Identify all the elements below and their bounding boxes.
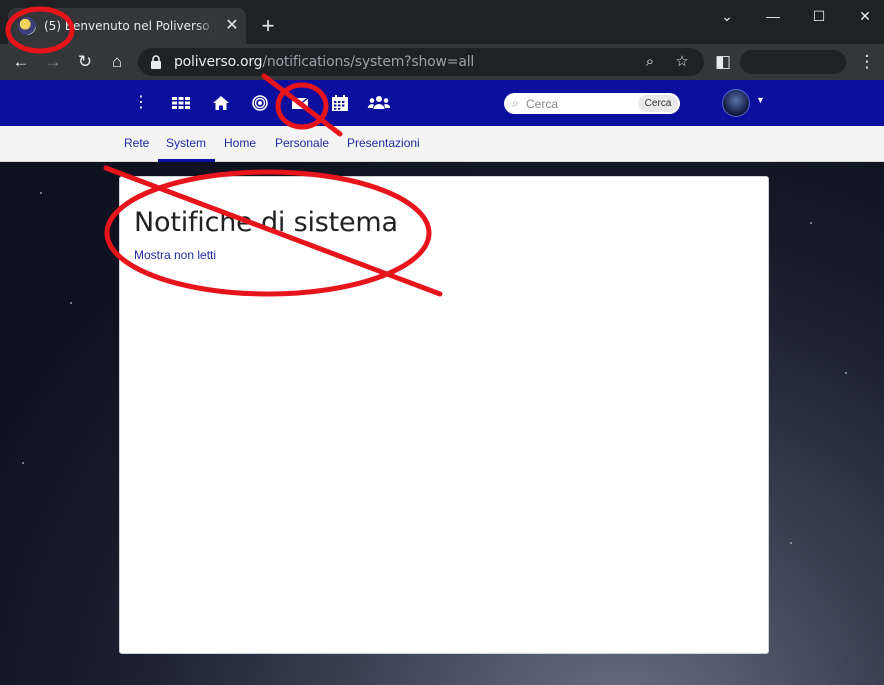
url-path: /notifications/system?show=all bbox=[262, 54, 475, 70]
menu-icon[interactable]: ⋮ bbox=[130, 93, 152, 113]
sidepanel-icon[interactable]: ◧ bbox=[710, 49, 736, 75]
tab-system[interactable]: System bbox=[166, 136, 206, 150]
close-window-button[interactable]: ✕ bbox=[842, 4, 884, 28]
avatar[interactable] bbox=[722, 89, 750, 117]
background-star bbox=[810, 222, 812, 224]
search-field: ⌕ Cerca bbox=[504, 93, 680, 114]
profile-button[interactable] bbox=[740, 50, 846, 74]
minimize-button[interactable]: — bbox=[750, 4, 796, 28]
address-bar[interactable]: poliverso.org/notifications/system?show=… bbox=[138, 48, 704, 76]
group-icon[interactable] bbox=[367, 93, 391, 113]
page-title: Notifiche di sistema bbox=[134, 207, 398, 238]
star-icon[interactable]: ☆ bbox=[672, 52, 692, 72]
calendar-icon[interactable] bbox=[329, 93, 351, 113]
tab-home[interactable]: Home bbox=[224, 136, 256, 150]
tab-title: (5) Benvenuto nel Poliverso | Notifiche … bbox=[44, 19, 216, 33]
maximize-button[interactable]: ☐ bbox=[796, 4, 842, 28]
browser-home-icon[interactable]: ⌂ bbox=[104, 49, 130, 75]
browser-tab[interactable]: (5) Benvenuto nel Poliverso | Notifiche … bbox=[8, 8, 246, 44]
zoom-icon[interactable]: ⌕ bbox=[640, 52, 660, 72]
notifications-tabs: Rete System Home Personale Presentazioni bbox=[0, 126, 884, 162]
reload-icon[interactable]: ↻ bbox=[72, 49, 98, 75]
show-unread-link[interactable]: Mostra non letti bbox=[134, 248, 216, 262]
url-host: poliverso.org bbox=[174, 54, 263, 70]
new-tab-button[interactable]: + bbox=[256, 14, 280, 38]
url-text: poliverso.org/notifications/system?show=… bbox=[174, 54, 474, 70]
search-icon: ⌕ bbox=[512, 96, 519, 110]
site-navbar: ⋮ ⌕ Cerca Cerca ▼ bbox=[0, 80, 884, 126]
browser-toolbar: ← → ↻ ⌂ poliverso.org/notifications/syst… bbox=[0, 44, 884, 80]
apps-icon[interactable] bbox=[170, 93, 192, 113]
forward-icon[interactable]: → bbox=[40, 49, 66, 75]
background-star bbox=[40, 192, 42, 194]
site-favicon-icon bbox=[18, 17, 36, 35]
tab-presentazioni[interactable]: Presentazioni bbox=[347, 136, 420, 150]
browser-menu-icon[interactable]: ⋮ bbox=[854, 49, 880, 75]
search-button[interactable]: Cerca bbox=[638, 95, 678, 112]
mail-icon[interactable] bbox=[289, 93, 311, 113]
tab-close-icon[interactable]: ✕ bbox=[222, 16, 242, 36]
background-star bbox=[845, 372, 847, 374]
back-icon[interactable]: ← bbox=[8, 49, 34, 75]
tab-personale[interactable]: Personale bbox=[275, 136, 329, 150]
background-star bbox=[70, 302, 72, 304]
search-input[interactable] bbox=[526, 95, 636, 112]
notifications-card: Notifiche di sistema Mostra non letti bbox=[119, 176, 769, 654]
chevron-down-icon[interactable]: ▼ bbox=[756, 95, 765, 105]
community-icon[interactable] bbox=[249, 93, 271, 113]
background-star bbox=[22, 462, 24, 464]
background-star bbox=[790, 542, 792, 544]
home-icon[interactable] bbox=[210, 93, 232, 113]
browser-tabbar: (5) Benvenuto nel Poliverso | Notifiche … bbox=[0, 0, 884, 44]
lock-icon bbox=[151, 55, 161, 69]
tab-rete[interactable]: Rete bbox=[124, 136, 149, 150]
tab-search-icon[interactable]: ⌄ bbox=[704, 4, 750, 28]
